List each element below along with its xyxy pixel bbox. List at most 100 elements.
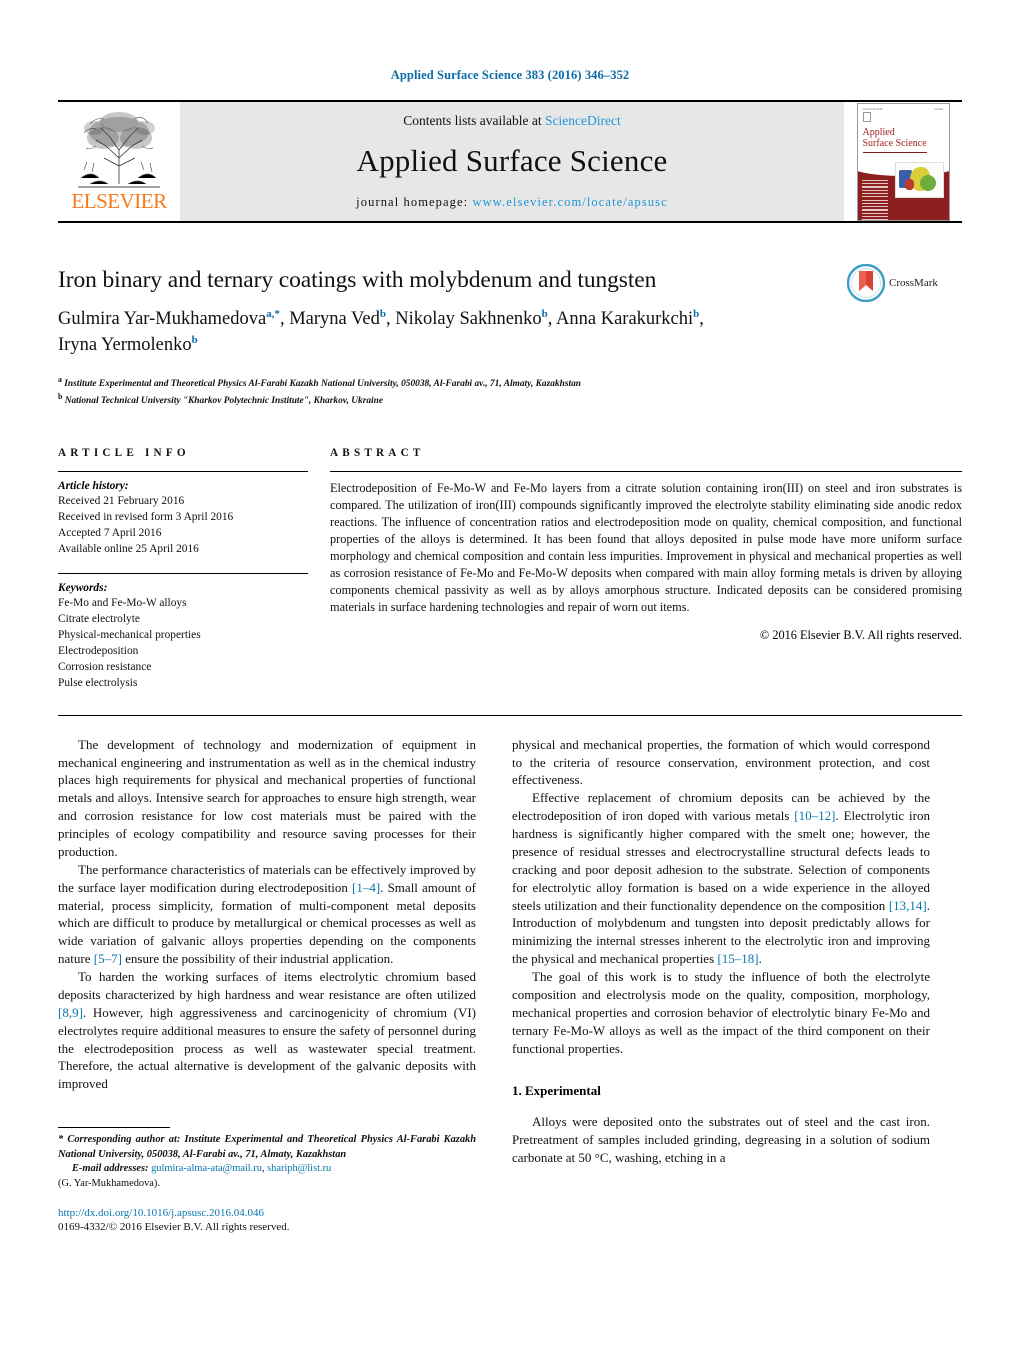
footnote-block: * Corresponding author at: Institute Exp… xyxy=(58,1127,476,1233)
cover-header-bar: ISSN 0169-4332 Volume xyxy=(862,107,944,111)
email-link-2[interactable]: shariph@list.ru xyxy=(267,1163,331,1174)
paragraph-text: . xyxy=(758,951,762,967)
cover-image: ISSN 0169-4332 Volume Applied Surface Sci… xyxy=(856,102,950,221)
keyword-item: Fe-Mo and Fe-Mo-W alloys xyxy=(58,596,187,609)
abstract-copyright: © 2016 Elsevier B.V. All rights reserved… xyxy=(759,627,962,642)
author-5-affil-marker[interactable]: b xyxy=(192,334,198,346)
cover-title-line-2: Surface Science xyxy=(862,137,927,149)
paper-page: Applied Surface Science 383 (2016) 346–3… xyxy=(0,0,1020,1351)
paragraph: Effective replacement of chromium deposi… xyxy=(512,789,930,968)
affiliation-b: b National Technical University "Kharkov… xyxy=(58,391,962,408)
author-2: , Maryna Ved xyxy=(279,309,380,330)
email-author-name: (G. Yar-Mukhamedova). xyxy=(58,1177,160,1189)
contents-line: Contents lists available at ScienceDirec… xyxy=(403,113,620,129)
abstract-column: ABSTRACT Electrodeposition of Fe-Mo-W an… xyxy=(330,447,962,692)
history-received: Received 21 February 2016 xyxy=(58,494,185,507)
cover-title-line-1: Applied xyxy=(862,126,895,138)
keyword-item: Electrodeposition xyxy=(58,645,139,658)
masthead-center: Contents lists available at ScienceDirec… xyxy=(180,102,844,221)
keyword-item: Physical-mechanical properties xyxy=(58,628,201,641)
footnote-rule xyxy=(58,1127,170,1128)
affiliation-a-text: Institute Experimental and Theoretical P… xyxy=(64,378,581,389)
paragraph: Alloys were deposited onto the substrate… xyxy=(512,1114,930,1166)
keyword-item: Citrate electrolyte xyxy=(58,612,140,625)
sciencedirect-link[interactable]: ScienceDirect xyxy=(545,113,621,128)
author-1-affil-marker[interactable]: a,* xyxy=(266,308,280,320)
article-info-heading: ARTICLE INFO xyxy=(58,446,190,459)
article-history-title: Article history: xyxy=(58,479,129,492)
homepage-line: journal homepage: www.elsevier.com/locat… xyxy=(356,195,668,210)
paragraph-text: . Electrolytic iron hardness is signific… xyxy=(512,808,930,913)
crossmark-label: CrossMark xyxy=(889,277,938,289)
citation-link[interactable]: [5–7] xyxy=(94,951,122,966)
cover-bottom xyxy=(857,153,949,220)
paragraph-text: . However, high aggressiveness and carci… xyxy=(58,1004,476,1092)
affiliation-a-marker: a xyxy=(58,374,62,384)
journal-title: Applied Surface Science xyxy=(356,143,668,178)
issn-copyright: 0169-4332/© 2016 Elsevier B.V. All right… xyxy=(58,1221,290,1234)
contents-prefix: Contents lists available at xyxy=(403,113,545,128)
author-3: , Nikolay Sakhnenko xyxy=(385,309,542,330)
keywords-rule xyxy=(58,572,308,574)
body-columns: The development of technology and modern… xyxy=(58,736,962,1167)
body-separator-rule xyxy=(58,714,962,716)
author-line-comma: , xyxy=(699,309,704,330)
corresponding-text: Corresponding author at: Institute Exper… xyxy=(58,1134,476,1160)
keyword-item: Pulse electrolysis xyxy=(58,677,138,690)
paragraph: The performance characteristics of mater… xyxy=(58,861,476,968)
author-4: , Anna Karakurkchi xyxy=(547,309,694,330)
keyword-item: Corrosion resistance xyxy=(58,661,152,674)
corresponding-author-note: * Corresponding author at: Institute Exp… xyxy=(58,1133,476,1162)
crossmark-icon xyxy=(846,263,886,303)
affiliations: a Institute Experimental and Theoretical… xyxy=(58,374,962,409)
email-note: E-mail addresses: gulmira-alma-ata@mail.… xyxy=(58,1162,476,1177)
keywords-title: Keywords: xyxy=(58,581,108,594)
elsevier-logo: ELSEVIER xyxy=(58,102,180,221)
history-revised: Received in revised form 3 April 2016 xyxy=(58,510,234,523)
running-head: Applied Surface Science 383 (2016) 346–3… xyxy=(390,68,630,82)
article-info-rule xyxy=(58,470,308,472)
citation-link[interactable]: [1–4] xyxy=(352,880,380,895)
page-title: Iron binary and ternary coatings with mo… xyxy=(58,267,657,293)
citation-link[interactable]: [13,14] xyxy=(889,898,927,913)
affiliation-b-marker: b xyxy=(58,392,63,402)
body-column-left: The development of technology and modern… xyxy=(58,736,476,1167)
abstract-rule xyxy=(330,470,962,472)
elsevier-tree-icon xyxy=(78,112,160,188)
journal-masthead: ELSEVIER Contents lists available at Sci… xyxy=(58,100,962,223)
affiliation-b-text: National Technical University "Kharkov P… xyxy=(64,396,384,407)
paragraph: physical and mechanical properties, the … xyxy=(512,736,930,788)
paragraph: The goal of this work is to study the in… xyxy=(512,969,930,1056)
history-online: Available online 25 April 2016 xyxy=(58,543,199,556)
info-abstract-block: ARTICLE INFO Article history: Received 2… xyxy=(58,447,962,692)
homepage-url-link[interactable]: www.elsevier.com/locate/apsusc xyxy=(472,195,667,209)
article-info-column: ARTICLE INFO Article history: Received 2… xyxy=(58,447,330,692)
homepage-prefix: journal homepage: xyxy=(356,195,473,209)
abstract-heading: ABSTRACT xyxy=(330,446,425,459)
email-label: E-mail addresses: xyxy=(72,1163,149,1175)
citation-link[interactable]: [8,9] xyxy=(58,1005,83,1020)
citation-link[interactable]: [15–18] xyxy=(717,951,758,966)
affiliation-a: a Institute Experimental and Theoretical… xyxy=(58,374,962,391)
paragraph: To harden the working surfaces of items … xyxy=(58,968,476,1093)
paragraph-text: ensure the possibility of their industri… xyxy=(121,951,394,967)
author-list: Gulmira Yar-Mukhamedovaa,*, Maryna Ved b,… xyxy=(58,307,962,358)
author-1: Gulmira Yar-Mukhamedova xyxy=(58,309,267,330)
abstract-text: Electrodeposition of Fe-Mo-W and Fe-Mo l… xyxy=(330,480,962,614)
doi-link[interactable]: http://dx.doi.org/10.1016/j.apsusc.2016.… xyxy=(58,1207,476,1219)
history-accepted: Accepted 7 April 2016 xyxy=(58,527,162,540)
paragraph-text: To harden the working surfaces of items … xyxy=(58,969,476,1002)
cover-figure xyxy=(894,161,944,198)
elsevier-wordmark: ELSEVIER xyxy=(71,189,167,213)
paragraph: The development of technology and modern… xyxy=(58,736,476,859)
journal-cover-thumbnail: ISSN 0169-4332 Volume Applied Surface Sci… xyxy=(844,102,962,221)
citation-link[interactable]: [10–12] xyxy=(794,808,835,823)
author-5: Iryna Yermolenko xyxy=(58,334,192,355)
cover-toc-lines xyxy=(861,179,888,220)
body-column-right: physical and mechanical properties, the … xyxy=(512,736,930,1167)
section-heading-experimental: 1. Experimental xyxy=(512,1083,601,1099)
title-block: CrossMark Iron binary and ternary coatin… xyxy=(58,263,962,409)
email-link-1[interactable]: gulmira-alma-ata@mail.ru xyxy=(151,1163,262,1174)
cover-elsevier-box xyxy=(862,111,871,122)
crossmark-badge[interactable]: CrossMark xyxy=(846,262,962,304)
